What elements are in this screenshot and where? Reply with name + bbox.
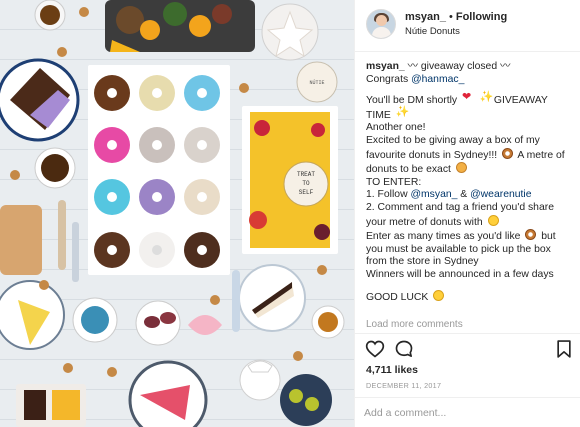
caption-line: you must be available to pick up the box [366,243,551,255]
like-count[interactable]: 4,711 likes [366,364,418,376]
heart-outline-icon[interactable] [365,339,385,359]
sign-treat-line2: TO [302,180,310,187]
caption-line: Congrats @hanmac_ [366,73,465,85]
user-line: msyan_ • Following [405,11,507,23]
sign-treat-line1: TREAT [297,171,315,178]
mention-link[interactable]: @wearenutie [470,189,531,200]
post-date: DECEMBER 11, 2017 [366,381,442,390]
caption-line: Enter as many times as you'd like but [366,229,556,243]
mention-link[interactable]: @hanmac_ [411,74,464,85]
caption-line: Excited to be giving away a box of my [366,134,540,146]
heart-emoji-icon [462,91,473,104]
donut-emoji-icon [502,147,514,159]
username-link[interactable]: msyan_ [405,11,446,23]
separator-dot: • [448,11,453,23]
following-button[interactable]: Following [456,11,507,23]
smiling-emoji-icon [433,289,445,301]
caption-line: TIME [366,106,578,123]
caption-line: donuts to be exact [366,162,578,177]
caption-line: msyan_ 〰 giveaway closed 〰 [366,61,511,72]
action-bar [355,333,580,363]
caption-line: Winners will be announced in a few days [366,268,554,280]
donut-flatlay-image: TREAT TO SELF NÚTIE [0,0,354,427]
speech-bubble-icon[interactable] [394,339,414,359]
caption-line: 2. Comment and tag a friend you'd share [366,201,554,213]
sparkles-emoji-icon [396,106,410,119]
post-photo[interactable]: TREAT TO SELF NÚTIE [0,0,354,427]
avatar[interactable] [366,9,396,39]
caption-line: Another one! [366,122,426,134]
person-bowing-emoji-icon [455,162,467,174]
sign-nutie: NÚTIE [309,79,324,86]
comment-bar [355,397,580,427]
load-more-comments-link[interactable]: Load more comments [366,319,463,330]
sign-treat-line3: SELF [299,189,314,196]
caption-line: GOOD LUCK [366,289,578,305]
caption-line: TO ENTER: [366,176,422,188]
caption-line: favourite donuts in Sydney!!! A metre of [366,147,565,161]
post-header: msyan_ • Following Nútie Donuts [355,0,580,52]
bookmark-icon[interactable] [554,339,574,359]
caption-line: 1. Follow @msyan_ & @wearenutie [366,189,532,201]
caption: msyan_ 〰 giveaway closed 〰 Congrats @han… [366,61,578,304]
location-link[interactable]: Nútie Donuts [405,26,460,37]
caption-line: your metre of donuts with [366,214,578,230]
grinning-emoji-icon [487,214,499,226]
donut-emoji-icon [525,229,537,241]
caption-line: from the store in Sydney [366,256,479,268]
post-side-panel: msyan_ • Following Nútie Donuts msyan_ 〰 g… [354,0,580,427]
comment-input[interactable] [364,404,569,422]
mention-link[interactable]: @msyan_ [410,189,457,200]
sparkles-emoji-icon [480,91,494,104]
caption-username-link[interactable]: msyan_ [366,61,405,72]
